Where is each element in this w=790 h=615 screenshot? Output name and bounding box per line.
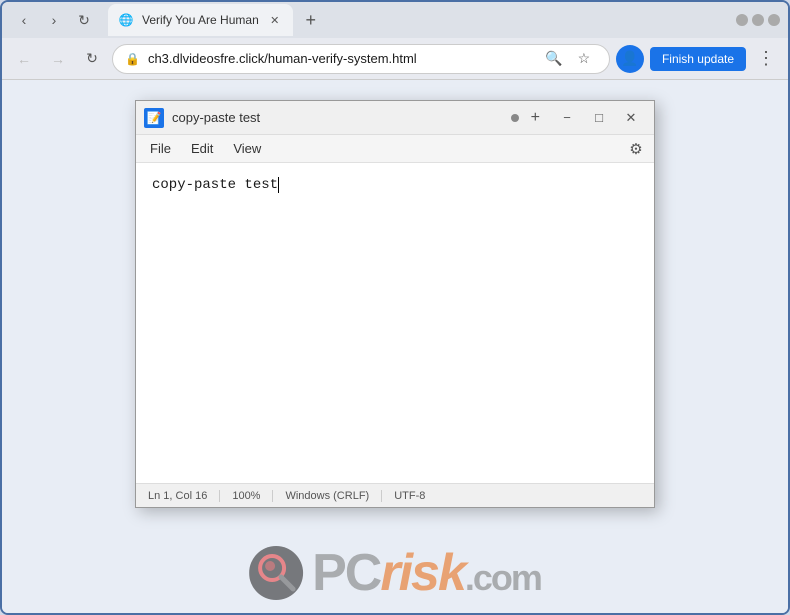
bookmark-icon-btn[interactable]: ☆ <box>571 46 597 72</box>
search-icon-btn[interactable]: 🔍 <box>541 46 567 72</box>
notepad-window: 📝 copy-paste test + − □ ✕ File Edit View… <box>135 100 655 508</box>
finish-update-button[interactable]: Finish update <box>650 47 746 71</box>
window-controls <box>736 14 780 26</box>
dotcom-text: .com <box>465 557 541 599</box>
window-close-button[interactable] <box>768 14 780 26</box>
notepad-app-icon: 📝 <box>144 108 164 128</box>
page-content: 📝 copy-paste test + − □ ✕ File Edit View… <box>2 80 788 613</box>
notepad-settings-button[interactable]: ⚙ <box>622 137 650 161</box>
new-tab-button[interactable]: + <box>297 6 325 34</box>
url-text: ch3.dlvideosfre.click/human-verify-syste… <box>148 51 533 66</box>
notepad-maximize-button[interactable]: □ <box>584 103 614 133</box>
notepad-statusbar: Ln 1, Col 16 100% Windows (CRLF) UTF-8 <box>136 483 654 507</box>
address-bar: ← → ↻ 🔒 ch3.dlvideosfre.click/human-veri… <box>2 38 788 80</box>
nav-refresh-button[interactable]: ↻ <box>78 45 106 73</box>
tab-favicon-icon: 🌐 <box>118 12 134 28</box>
notepad-menu-file[interactable]: File <box>140 139 181 158</box>
profile-icon[interactable]: 👤 <box>616 45 644 73</box>
status-position: Ln 1, Col 16 <box>144 490 220 502</box>
url-icons: 🔍 ☆ <box>541 46 597 72</box>
text-cursor <box>278 177 279 193</box>
pc-text: PC <box>312 543 380 603</box>
risk-text: risk <box>380 543 465 603</box>
browser-menu-button[interactable]: ⋮ <box>752 45 780 73</box>
nav-back-button[interactable]: ← <box>10 45 38 73</box>
nav-forward-button[interactable]: → <box>44 45 72 73</box>
tab-bar: ‹ › ↻ 🌐 Verify You Are Human ✕ + <box>2 2 788 38</box>
notepad-window-controls: − □ ✕ <box>552 103 646 133</box>
editor-text: copy-paste test <box>152 177 278 193</box>
status-zoom: 100% <box>220 490 273 502</box>
url-bar[interactable]: 🔒 ch3.dlvideosfre.click/human-verify-sys… <box>112 44 610 74</box>
unsaved-indicator <box>511 114 519 122</box>
notepad-menu-view[interactable]: View <box>223 139 271 158</box>
pcrisk-brand-text: PCrisk.com <box>312 543 541 603</box>
browser-controls-left: ‹ › ↻ <box>10 6 98 34</box>
pcrisk-logo-icon <box>249 546 304 601</box>
active-tab[interactable]: 🌐 Verify You Are Human ✕ <box>108 4 293 36</box>
notepad-menu-edit[interactable]: Edit <box>181 139 223 158</box>
notepad-close-button[interactable]: ✕ <box>616 103 646 133</box>
status-encoding: UTF-8 <box>382 490 437 502</box>
window-minimize-button[interactable] <box>736 14 748 26</box>
pcrisk-watermark: PCrisk.com <box>249 543 541 603</box>
tab-close-button[interactable]: ✕ <box>267 12 283 28</box>
browser-window: ‹ › ↻ 🌐 Verify You Are Human ✕ + ← → ↻ 🔒… <box>0 0 790 615</box>
editor-content: copy-paste test <box>152 177 279 193</box>
notepad-menubar: File Edit View ⚙ <box>136 135 654 163</box>
forward-button[interactable]: › <box>40 6 68 34</box>
lock-icon: 🔒 <box>125 52 140 66</box>
refresh-button[interactable]: ↻ <box>70 6 98 34</box>
status-line-ending: Windows (CRLF) <box>273 490 382 502</box>
notepad-minimize-button[interactable]: − <box>552 103 582 133</box>
window-maximize-button[interactable] <box>752 14 764 26</box>
notepad-titlebar: 📝 copy-paste test + − □ ✕ <box>136 101 654 135</box>
notepad-title: copy-paste test <box>172 110 503 125</box>
back-button[interactable]: ‹ <box>10 6 38 34</box>
tab-title: Verify You Are Human <box>142 13 259 27</box>
notepad-editor[interactable]: copy-paste test <box>136 163 654 483</box>
notepad-new-tab-button[interactable]: + <box>527 109 544 127</box>
